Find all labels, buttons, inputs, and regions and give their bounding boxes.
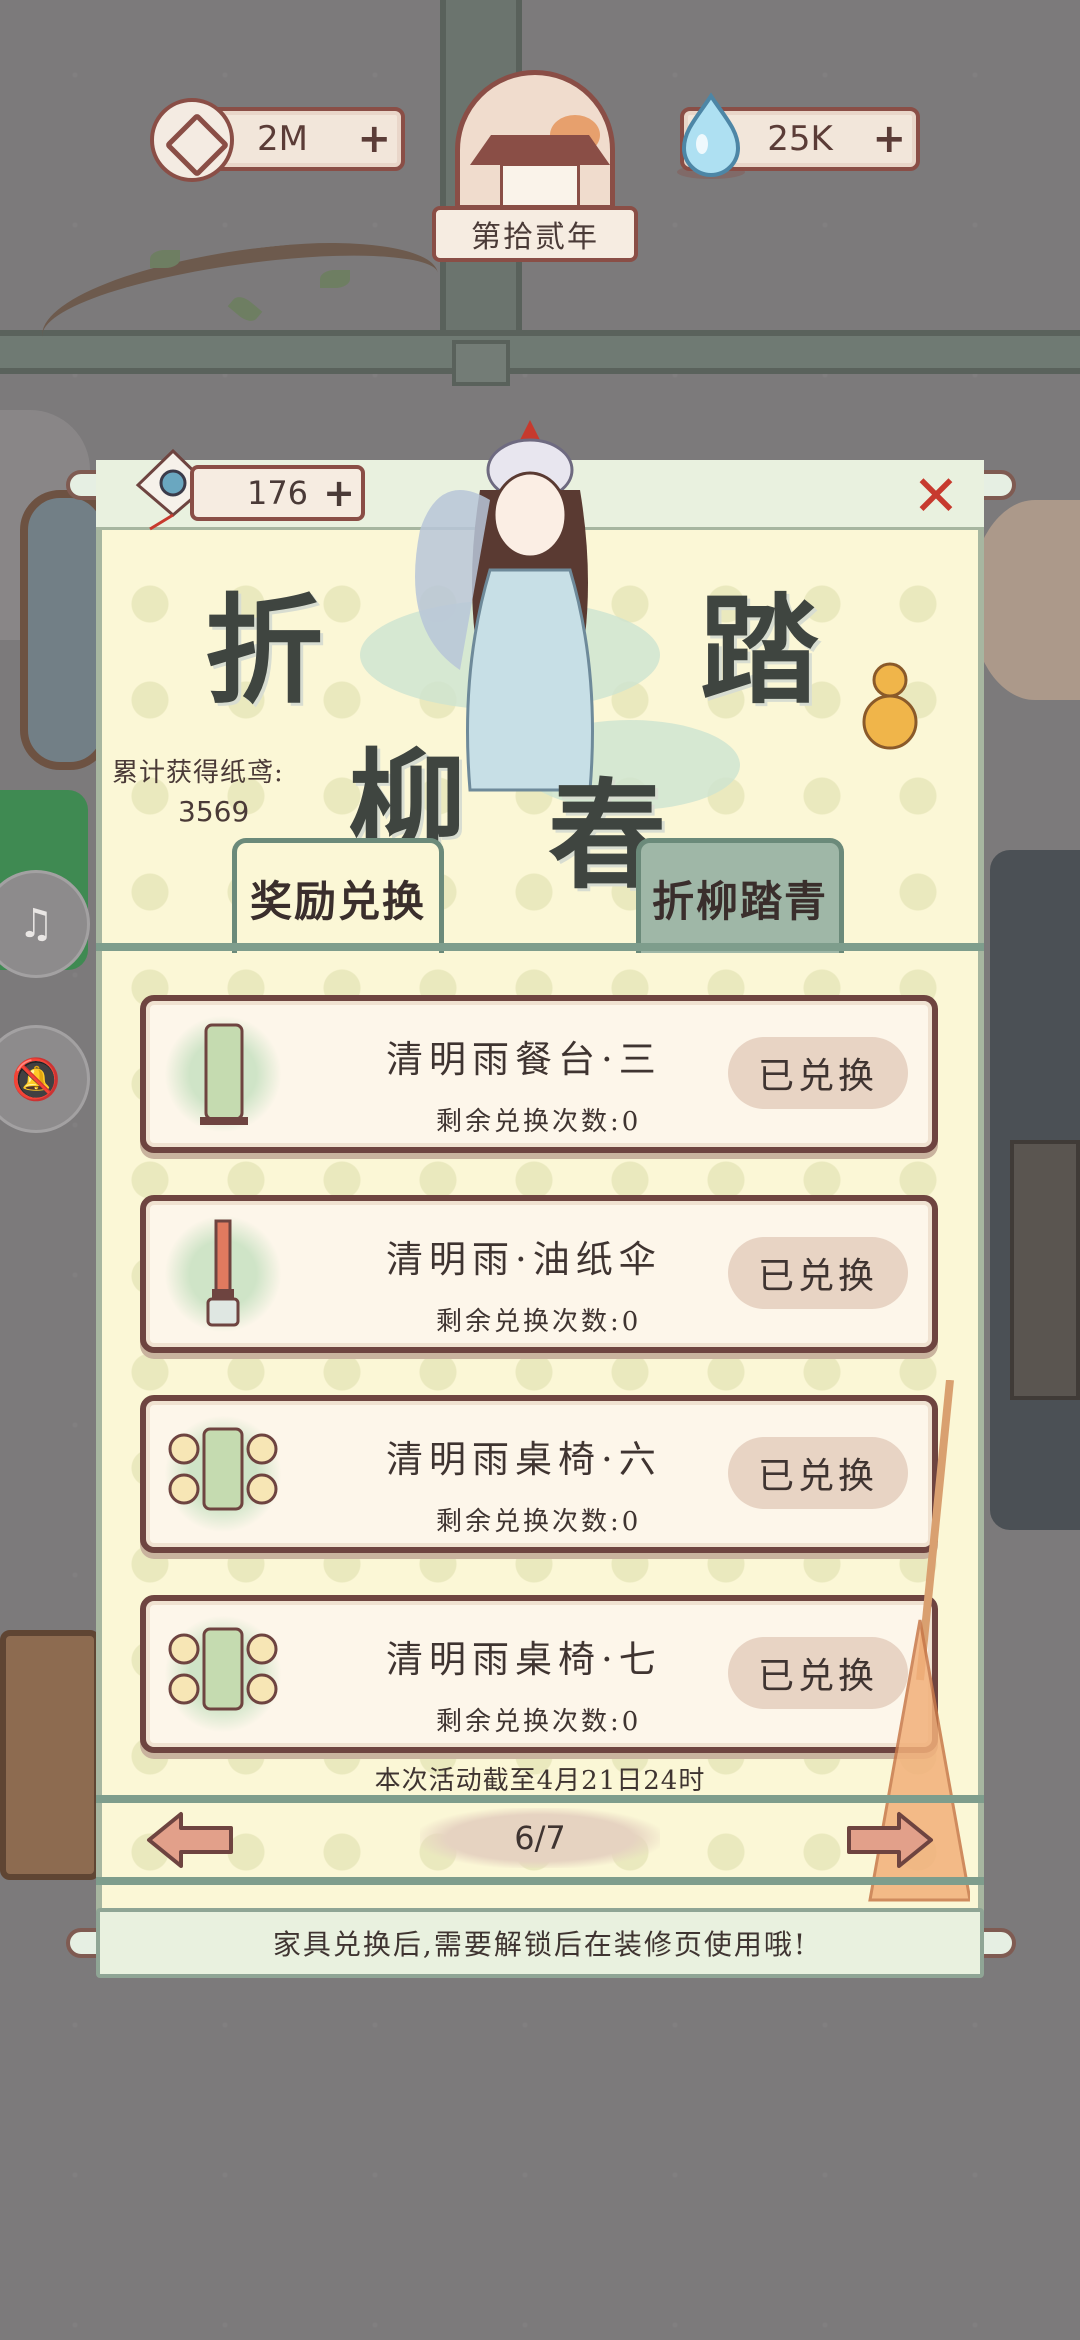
item-thumbnail: [164, 1615, 282, 1733]
add-kite-button[interactable]: +: [323, 473, 355, 513]
title-char: 折: [205, 581, 324, 720]
close-button[interactable]: ✕: [905, 463, 967, 529]
scene-leaf: [150, 250, 180, 268]
scene-beam-ornament: [452, 340, 510, 386]
item-remaining: 剩余兑换次数:0: [436, 1107, 642, 1137]
umbrella-icon: [206, 1219, 240, 1327]
item-thumbnail: [164, 1015, 282, 1133]
collected-label: 累计获得纸鸢:: [112, 758, 284, 788]
exchange-button[interactable]: 已兑换: [728, 1237, 908, 1309]
exchange-button[interactable]: 已兑换: [728, 1037, 908, 1109]
pager-divider: [96, 1877, 984, 1885]
scene-leaf: [320, 270, 350, 288]
item-remaining: 剩余兑换次数:0: [436, 1307, 642, 1337]
next-page-button[interactable]: [845, 1810, 935, 1870]
title-char: 踏: [700, 581, 819, 720]
item-remaining: 剩余兑换次数:0: [436, 1707, 642, 1737]
scene-shelf: [1010, 1140, 1080, 1400]
coin-icon: [150, 98, 234, 182]
tab-outing[interactable]: 折柳踏青: [636, 838, 844, 953]
collected-value: 3569: [178, 795, 250, 828]
close-icon: ✕: [912, 463, 960, 529]
exchange-item: 清明雨桌椅·六 剩余兑换次数:0 已兑换: [140, 1395, 938, 1553]
tab-divider: [96, 943, 984, 951]
year-label: 第拾贰年: [432, 206, 638, 262]
exchange-item: 清明雨桌椅·七 剩余兑换次数:0 已兑换: [140, 1595, 938, 1753]
item-thumbnail: [164, 1215, 282, 1333]
exchange-item: 清明雨·油纸伞 剩余兑换次数:0 已兑换: [140, 1195, 938, 1353]
item-remaining: 剩余兑换次数:0: [436, 1507, 642, 1537]
kite-counter: 176 +: [190, 465, 365, 521]
next-arrow-icon: [847, 1812, 933, 1868]
item-thumbnail: [164, 1415, 282, 1533]
gourd-icon: [862, 662, 918, 750]
prev-arrow-icon: [147, 1812, 233, 1868]
add-coins-button[interactable]: +: [357, 119, 391, 159]
coin-value: 2M: [257, 119, 308, 159]
page-indicator: 6/7: [420, 1808, 660, 1868]
dining-table-icon: [200, 1023, 248, 1125]
exchange-item: 清明雨餐台·三 剩余兑换次数:0 已兑换: [140, 995, 938, 1153]
pager-divider: [96, 1795, 984, 1803]
kite-value: 176: [246, 474, 309, 512]
music-icon: ♫: [18, 901, 54, 947]
mute-bell-icon: 🔕: [11, 1056, 61, 1103]
event-deadline: 本次活动截至4月21日24时: [374, 1766, 706, 1796]
water-value: 25K: [767, 119, 833, 159]
notice-banner: 家具兑换后,需要解锁后在装修页使用哦!: [96, 1908, 984, 1978]
water-drop-icon: [677, 92, 745, 179]
prev-page-button[interactable]: [145, 1810, 235, 1870]
scene-cabinet: [0, 1630, 100, 1880]
table-chairs-icon: [168, 1427, 278, 1511]
tab-reward-exchange[interactable]: 奖励兑换: [232, 838, 444, 953]
add-water-button[interactable]: +: [872, 119, 906, 159]
table-chairs-icon: [168, 1627, 278, 1711]
